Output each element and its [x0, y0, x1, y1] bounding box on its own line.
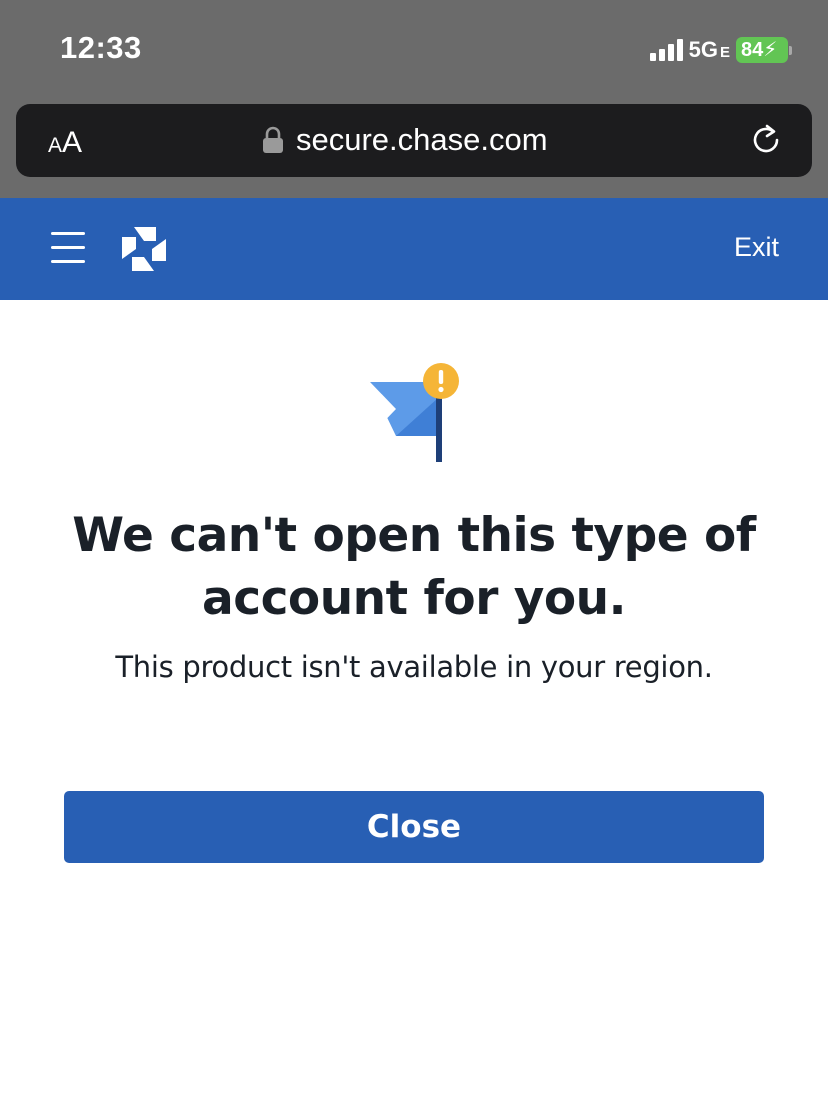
cell-signal-icon	[649, 39, 683, 61]
lock-icon	[263, 126, 283, 153]
network-suffix: E	[719, 44, 730, 61]
network-indicator: 5G E	[689, 37, 730, 63]
region-message: This product isn't available in your reg…	[115, 650, 713, 684]
url-text: secure.chase.com	[296, 122, 548, 157]
status-bar: 12:33 5G E 84⚡ AA secure.chase.com	[0, 0, 828, 198]
browser-address-bar[interactable]: AA secure.chase.com	[16, 104, 812, 177]
flag-warning-icon	[370, 363, 459, 462]
text-size-big: A	[62, 126, 83, 159]
charging-bolt-icon: ⚡	[763, 39, 778, 61]
reload-icon[interactable]	[748, 122, 784, 158]
chase-logo[interactable]	[120, 225, 168, 273]
battery-icon: 84⚡	[736, 37, 792, 63]
menu-icon[interactable]	[51, 232, 85, 264]
text-size-button[interactable]: AA	[48, 126, 82, 160]
url-display[interactable]: secure.chase.com	[262, 120, 548, 160]
battery-level: 84	[741, 39, 764, 61]
page-title: We can't open this type of account for y…	[72, 508, 756, 626]
close-button[interactable]: Close	[64, 791, 764, 863]
status-indicators: 5G E 84⚡	[649, 36, 792, 64]
network-label: 5G	[688, 37, 718, 62]
exit-link[interactable]: Exit	[734, 232, 779, 263]
status-time: 12:33	[60, 30, 142, 65]
text-size-small: A	[48, 134, 63, 157]
site-header: Exit	[0, 198, 828, 300]
